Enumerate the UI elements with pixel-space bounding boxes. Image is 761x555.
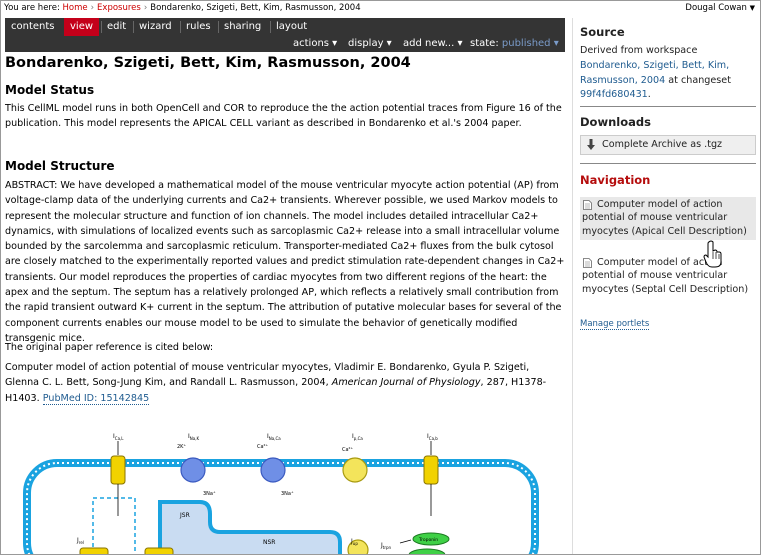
- ryanodine-receptor: [79, 547, 109, 555]
- sarcoplasmic-reticulum: [158, 500, 342, 555]
- display-menu[interactable]: display ▾: [348, 36, 392, 52]
- ca-pump: [342, 457, 368, 483]
- troponin-arrow: [399, 539, 412, 544]
- ica-b-channel: [423, 455, 439, 485]
- inaca-label: INa,Ca: [267, 433, 281, 441]
- tab-rules[interactable]: rules: [180, 18, 217, 36]
- download-archive-label: Complete Archive as .tgz: [602, 139, 723, 150]
- downloads-heading: Downloads: [580, 115, 651, 129]
- nav-item-septal[interactable]: Computer model of action potential of mo…: [580, 255, 756, 298]
- download-icon: [587, 139, 595, 150]
- jup-label: Jup: [350, 538, 358, 546]
- state-value: published ▾: [501, 38, 559, 49]
- abstract-text: ABSTRACT: We have developed a mathematic…: [5, 180, 565, 344]
- k-ion-label: 2K⁺: [177, 444, 186, 450]
- ipca-label: Ip,Ca: [352, 433, 363, 441]
- source-text: Derived from workspace Bondarenko, Szige…: [580, 45, 731, 101]
- subspace-boundary: [92, 497, 136, 555]
- reference-intro: The original paper reference is cited be…: [5, 342, 214, 353]
- jtrpn-label: Jtrpn: [380, 542, 392, 550]
- source-divider: [580, 106, 756, 107]
- na-k-pump: [180, 457, 206, 483]
- add-new-menu[interactable]: add new... ▾: [403, 36, 463, 52]
- ca-ion-label-2: Ca²⁺: [342, 447, 354, 453]
- state-label: state:: [470, 38, 499, 49]
- source-heading: Source: [580, 25, 625, 39]
- na-ca-exchanger: [260, 457, 286, 483]
- calmodulin-blob: [408, 548, 446, 555]
- nav-item-septal-label: Computer model of action potential of mo…: [582, 257, 749, 295]
- state-menu[interactable]: state: published ▾: [470, 36, 559, 52]
- nav-item-apical[interactable]: Computer model of action potential of mo…: [580, 197, 756, 241]
- ica-l-channel: [110, 455, 126, 485]
- document-icon: [583, 258, 592, 268]
- breadcrumb-separator: ›: [143, 3, 148, 13]
- changeset-prefix: at changeset: [668, 74, 731, 86]
- document-icon: [583, 200, 592, 210]
- ica-l-label: ICa,L: [113, 433, 124, 441]
- reference-journal: American Journal of Physiology: [331, 377, 481, 389]
- tab-view[interactable]: view: [64, 18, 100, 36]
- top-bar: You are here: Home › Exposures › Bondarenko,…: [0, 0, 761, 17]
- tab-contents[interactable]: contents: [5, 18, 61, 36]
- ca-ion-label: Ca²⁺: [257, 444, 269, 450]
- jsr-label: JSR: [179, 512, 190, 519]
- breadcrumb-exposures[interactable]: Exposures: [97, 3, 141, 13]
- breadcrumb: You are here: Home › Exposures › Bondarenko,…: [4, 3, 361, 13]
- serca-pump: [144, 547, 174, 555]
- model-structure-heading: Model Structure: [5, 159, 115, 173]
- hand-cursor-icon: [703, 240, 722, 268]
- user-name: Dougal Cowan: [685, 3, 747, 13]
- actions-bar: actions ▾ display ▾ add new... ▾ state: …: [5, 36, 565, 52]
- model-status-heading: Model Status: [5, 83, 95, 97]
- jrel-label: Jrel: [76, 537, 84, 545]
- page-title: Bondarenko, Szigeti, Bett, Kim, Rasmusso…: [5, 55, 411, 71]
- derived-prefix: Derived from workspace: [580, 45, 698, 56]
- column-divider: [572, 18, 573, 555]
- nav-item-apical-label: Computer model of action potential of mo…: [582, 199, 747, 237]
- user-menu[interactable]: Dougal Cowan ▼: [685, 3, 755, 13]
- na-ion-label-2: 3Na⁺: [281, 491, 294, 497]
- model-status-text: This CellML model runs in both OpenCell …: [5, 103, 562, 130]
- changeset-link[interactable]: 99f4fd680431: [580, 89, 648, 100]
- downloads-divider: [580, 163, 756, 164]
- reference-citation: Computer model of action potential of mo…: [5, 360, 565, 406]
- troponin-label: Troponin: [418, 537, 438, 543]
- breadcrumb-separator: ›: [90, 3, 95, 13]
- tab-edit[interactable]: edit: [101, 18, 132, 36]
- nsr-label: NSR: [263, 539, 275, 546]
- ina-k-label: INa,K: [188, 433, 199, 441]
- breadcrumb-prefix: You are here:: [4, 3, 60, 13]
- manage-portlets-link[interactable]: Manage portlets: [580, 319, 650, 330]
- icab-label: ICa,b: [427, 433, 438, 441]
- content-tabs: contents view edit wizard rules sharing …: [5, 18, 565, 36]
- tab-wizard[interactable]: wizard: [133, 18, 178, 36]
- pubmed-link[interactable]: PubMed ID: 15142845: [42, 392, 150, 405]
- chevron-down-icon: ▼: [749, 4, 755, 12]
- breadcrumb-current: Bondarenko, Szigeti, Bett, Kim, Rasmusso…: [150, 3, 361, 13]
- breadcrumb-home[interactable]: Home: [63, 3, 88, 13]
- actions-menu[interactable]: actions ▾: [293, 36, 337, 52]
- cell-diagram-svg: JSR NSR ICa,L INa,K 2K⁺ 3Na⁺ INa,Ca Ca²⁺…: [23, 433, 539, 555]
- navigation-heading: Navigation: [580, 173, 651, 187]
- na-ion-label: 3Na⁺: [203, 491, 216, 497]
- tab-layout[interactable]: layout: [270, 18, 313, 36]
- model-diagram: JSR NSR ICa,L INa,K 2K⁺ 3Na⁺ INa,Ca Ca²⁺…: [5, 418, 565, 555]
- tab-sharing[interactable]: sharing: [218, 18, 267, 36]
- download-archive-button[interactable]: Complete Archive as .tgz: [580, 135, 756, 155]
